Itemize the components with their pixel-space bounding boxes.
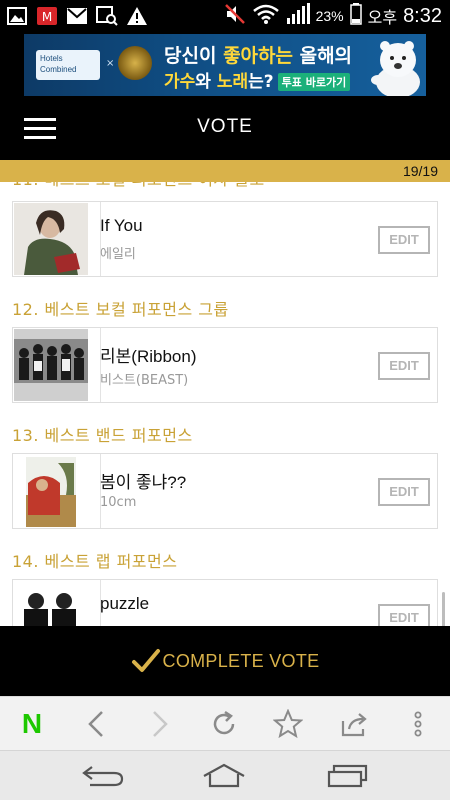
- category-heading: 11. 베스트 보컬 퍼포먼스 여자 솔로: [0, 182, 450, 201]
- album-thumbnail: [14, 329, 88, 401]
- checkmark-icon: [131, 648, 161, 674]
- category-heading: 12. 베스트 보컬 퍼포먼스 그룹: [12, 300, 229, 319]
- nominee-card[interactable]: 리본(Ribbon) 비스트(BEAST) EDIT: [12, 327, 438, 403]
- category-heading: 13. 베스트 밴드 퍼포먼스: [12, 426, 193, 445]
- signal-icon: [286, 2, 310, 30]
- ad-brand-text: Hotels Combined: [40, 54, 77, 74]
- clock: 8:32: [403, 4, 442, 27]
- complete-vote-button[interactable]: COMPLETE VOTE: [0, 626, 450, 696]
- ad-banner[interactable]: Hotels Combined × 당신이 좋아하는 올해의 가수와 노래는? 투…: [24, 34, 426, 96]
- time-period: 오후: [367, 10, 398, 27]
- nominee-card[interactable]: If You 에일리 EDIT: [12, 201, 438, 277]
- album-thumbnail: [14, 455, 88, 527]
- browser-toolbar: N: [0, 696, 450, 750]
- system-navigation-bar: [0, 750, 450, 800]
- status-system: 23% 오후 8:32: [224, 0, 442, 32]
- battery-icon: [349, 2, 362, 30]
- ad-brand-logo: Hotels Combined: [36, 50, 100, 80]
- naver-home-button[interactable]: N: [12, 705, 52, 743]
- bookmark-star-icon[interactable]: [268, 705, 308, 743]
- ad-collab-x: ×: [106, 58, 115, 69]
- song-title: 리본(Ribbon): [100, 347, 197, 366]
- list-scrollbar[interactable]: [442, 592, 445, 626]
- mute-icon: [224, 3, 246, 30]
- ad-cta-button[interactable]: 투표 바로가기: [277, 73, 351, 91]
- ad-headline-1: 당신이 좋아하는 올해의: [164, 45, 353, 67]
- status-notifications: M: [6, 4, 148, 28]
- app-badge-icon: M: [36, 6, 58, 26]
- edit-button[interactable]: EDIT: [378, 478, 430, 506]
- ad-headline-2: 가수와 노래는? 투표 바로가기: [164, 67, 351, 92]
- ad-container: Hotels Combined × 당신이 좋아하는 올해의 가수와 노래는? 투…: [0, 32, 450, 98]
- system-home-icon[interactable]: [194, 759, 254, 793]
- song-title: If You: [100, 216, 143, 235]
- edit-button[interactable]: EDIT: [378, 604, 430, 626]
- naver-logo: N: [21, 708, 43, 739]
- polar-bear-mascot-icon: [368, 36, 424, 96]
- nominee-card[interactable]: 봄이 좋냐?? 10cm EDIT: [12, 453, 438, 529]
- vote-category-list[interactable]: 11. 베스트 보컬 퍼포먼스 여자 솔로 If You 에일리 EDIT 12…: [0, 182, 450, 626]
- svg-text:M: M: [42, 10, 52, 24]
- gmail-icon: [66, 6, 88, 26]
- battery-percent: 23%: [315, 8, 344, 24]
- album-thumbnail: [14, 581, 88, 626]
- wifi-icon: [252, 3, 280, 30]
- complete-vote-label: COMPLETE VOTE: [162, 650, 320, 671]
- status-bar: M 23% 오후 8:32: [0, 0, 450, 32]
- vote-progress-bar: 19/19: [0, 160, 450, 182]
- album-thumbnail: [14, 203, 88, 275]
- page-title: VOTE: [197, 116, 253, 137]
- refresh-icon[interactable]: [204, 705, 244, 743]
- image-icon: [6, 6, 28, 26]
- artist-name: 10cm: [100, 495, 137, 510]
- app-header: VOTE: [0, 98, 450, 160]
- award-emblem-icon: [118, 46, 152, 80]
- artist-name: 에일리: [100, 247, 136, 262]
- system-back-icon[interactable]: [72, 759, 132, 793]
- edit-button[interactable]: EDIT: [378, 226, 430, 254]
- back-icon[interactable]: [76, 705, 116, 743]
- artist-name: 비스트(BEAST): [100, 373, 189, 388]
- vote-progress-fill: [0, 160, 450, 182]
- category-heading: 14. 베스트 랩 퍼포먼스: [12, 552, 178, 571]
- forward-icon[interactable]: [140, 705, 180, 743]
- nominee-card[interactable]: puzzle EDIT: [12, 579, 438, 626]
- image-search-icon: [96, 6, 118, 26]
- edit-button[interactable]: EDIT: [378, 352, 430, 380]
- more-icon[interactable]: [398, 705, 438, 743]
- song-title: puzzle: [100, 594, 150, 613]
- vote-progress-count: 19/19: [402, 163, 438, 179]
- share-icon[interactable]: [334, 705, 374, 743]
- warning-icon: [126, 6, 148, 26]
- card-divider: [100, 202, 101, 276]
- system-recents-icon[interactable]: [318, 759, 378, 793]
- song-title: 봄이 좋냐??: [100, 473, 187, 492]
